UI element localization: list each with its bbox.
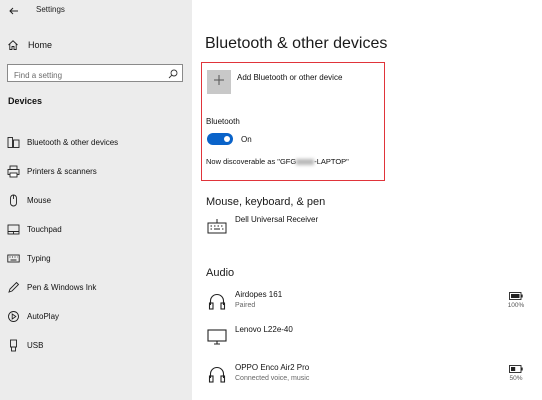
back-arrow-icon[interactable] bbox=[6, 3, 22, 19]
search-box[interactable] bbox=[7, 64, 183, 84]
main-content: Bluetooth & other devices Add Bluetooth … bbox=[192, 0, 542, 400]
app-title: Settings bbox=[36, 5, 65, 14]
mouse-section-title: Mouse, keyboard, & pen bbox=[206, 196, 326, 208]
discoverable-prefix: Now discoverable as "GFG bbox=[206, 157, 297, 166]
sidebar-item-label: Mouse bbox=[27, 196, 52, 205]
sidebar-item-label: Printers & scanners bbox=[27, 167, 97, 176]
device-item[interactable]: Dell Universal Receiver bbox=[206, 214, 536, 242]
sidebar-item-label: USB bbox=[27, 341, 44, 350]
bluetooth-state: On bbox=[241, 135, 252, 144]
monitor-icon bbox=[206, 326, 228, 348]
bluetooth-devices-icon bbox=[6, 136, 20, 150]
mouse-icon bbox=[6, 194, 20, 208]
discoverable-text: Now discoverable as "GFG -LAPTOP" bbox=[206, 157, 349, 166]
usb-icon bbox=[6, 339, 20, 353]
battery-indicator: 50% bbox=[496, 363, 536, 382]
device-item[interactable]: Airdopes 161 Paired 100% bbox=[206, 289, 536, 317]
device-item[interactable]: Lenovo L22e-40 bbox=[206, 324, 536, 352]
sidebar: Settings Home Devices Bluetooth & other … bbox=[0, 0, 192, 400]
bluetooth-toggle[interactable] bbox=[207, 133, 233, 145]
add-device-label[interactable]: Add Bluetooth or other device bbox=[237, 73, 342, 82]
printer-icon bbox=[6, 165, 20, 179]
sidebar-item-usb[interactable]: USB bbox=[0, 331, 192, 360]
device-status: Paired bbox=[235, 302, 256, 309]
title-bar: Settings bbox=[0, 0, 192, 22]
device-item[interactable]: OPPO Enco Air2 Pro Connected voice, musi… bbox=[206, 362, 536, 390]
home-label: Home bbox=[28, 40, 53, 50]
battery-level: 100% bbox=[507, 302, 525, 309]
sidebar-item-mouse[interactable]: Mouse bbox=[0, 186, 192, 215]
device-name: Dell Universal Receiver bbox=[235, 215, 319, 224]
sidebar-item-label: AutoPlay bbox=[27, 312, 60, 321]
sidebar-item-printers[interactable]: Printers & scanners bbox=[0, 157, 192, 186]
touchpad-icon bbox=[6, 223, 20, 237]
plus-icon bbox=[213, 73, 225, 91]
audio-section-title: Audio bbox=[206, 267, 235, 279]
home-icon bbox=[6, 38, 20, 52]
section-label-devices: Devices bbox=[8, 96, 43, 106]
battery-full-icon bbox=[509, 292, 523, 300]
sidebar-item-touchpad[interactable]: Touchpad bbox=[0, 215, 192, 244]
redacted-blur bbox=[296, 159, 315, 166]
autoplay-icon bbox=[6, 310, 20, 324]
sidebar-item-typing[interactable]: Typing bbox=[0, 244, 192, 273]
search-icon[interactable] bbox=[167, 67, 179, 79]
add-device-button[interactable] bbox=[207, 70, 231, 94]
headphones-icon bbox=[206, 364, 228, 386]
sidebar-item-bluetooth[interactable]: Bluetooth & other devices bbox=[0, 128, 192, 157]
pen-icon bbox=[6, 281, 20, 295]
discoverable-suffix: -LAPTOP" bbox=[314, 157, 349, 166]
sidebar-item-pen[interactable]: Pen & Windows Ink bbox=[0, 273, 192, 302]
keyboard-icon bbox=[6, 252, 20, 266]
sidebar-item-home[interactable]: Home bbox=[6, 37, 186, 53]
device-status: Connected voice, music bbox=[235, 375, 310, 382]
sidebar-item-label: Bluetooth & other devices bbox=[27, 138, 119, 147]
sidebar-item-autoplay[interactable]: AutoPlay bbox=[0, 302, 192, 331]
sidebar-item-label: Pen & Windows Ink bbox=[27, 283, 97, 292]
bluetooth-label: Bluetooth bbox=[206, 117, 240, 126]
page-title: Bluetooth & other devices bbox=[205, 35, 388, 52]
keyboard-icon bbox=[206, 216, 228, 238]
device-name: Airdopes 161 bbox=[235, 290, 283, 299]
sidebar-item-label: Typing bbox=[27, 254, 51, 263]
battery-level: 50% bbox=[509, 375, 523, 382]
search-input[interactable] bbox=[8, 67, 158, 84]
headphones-icon bbox=[206, 291, 228, 313]
battery-indicator: 100% bbox=[496, 290, 536, 309]
toggle-knob bbox=[224, 136, 230, 142]
device-name: Lenovo L22e-40 bbox=[235, 325, 293, 334]
sidebar-nav: Bluetooth & other devices Printers & sca… bbox=[0, 128, 192, 360]
sidebar-item-label: Touchpad bbox=[27, 225, 62, 234]
battery-half-icon bbox=[509, 365, 523, 373]
device-name: OPPO Enco Air2 Pro bbox=[235, 363, 310, 372]
